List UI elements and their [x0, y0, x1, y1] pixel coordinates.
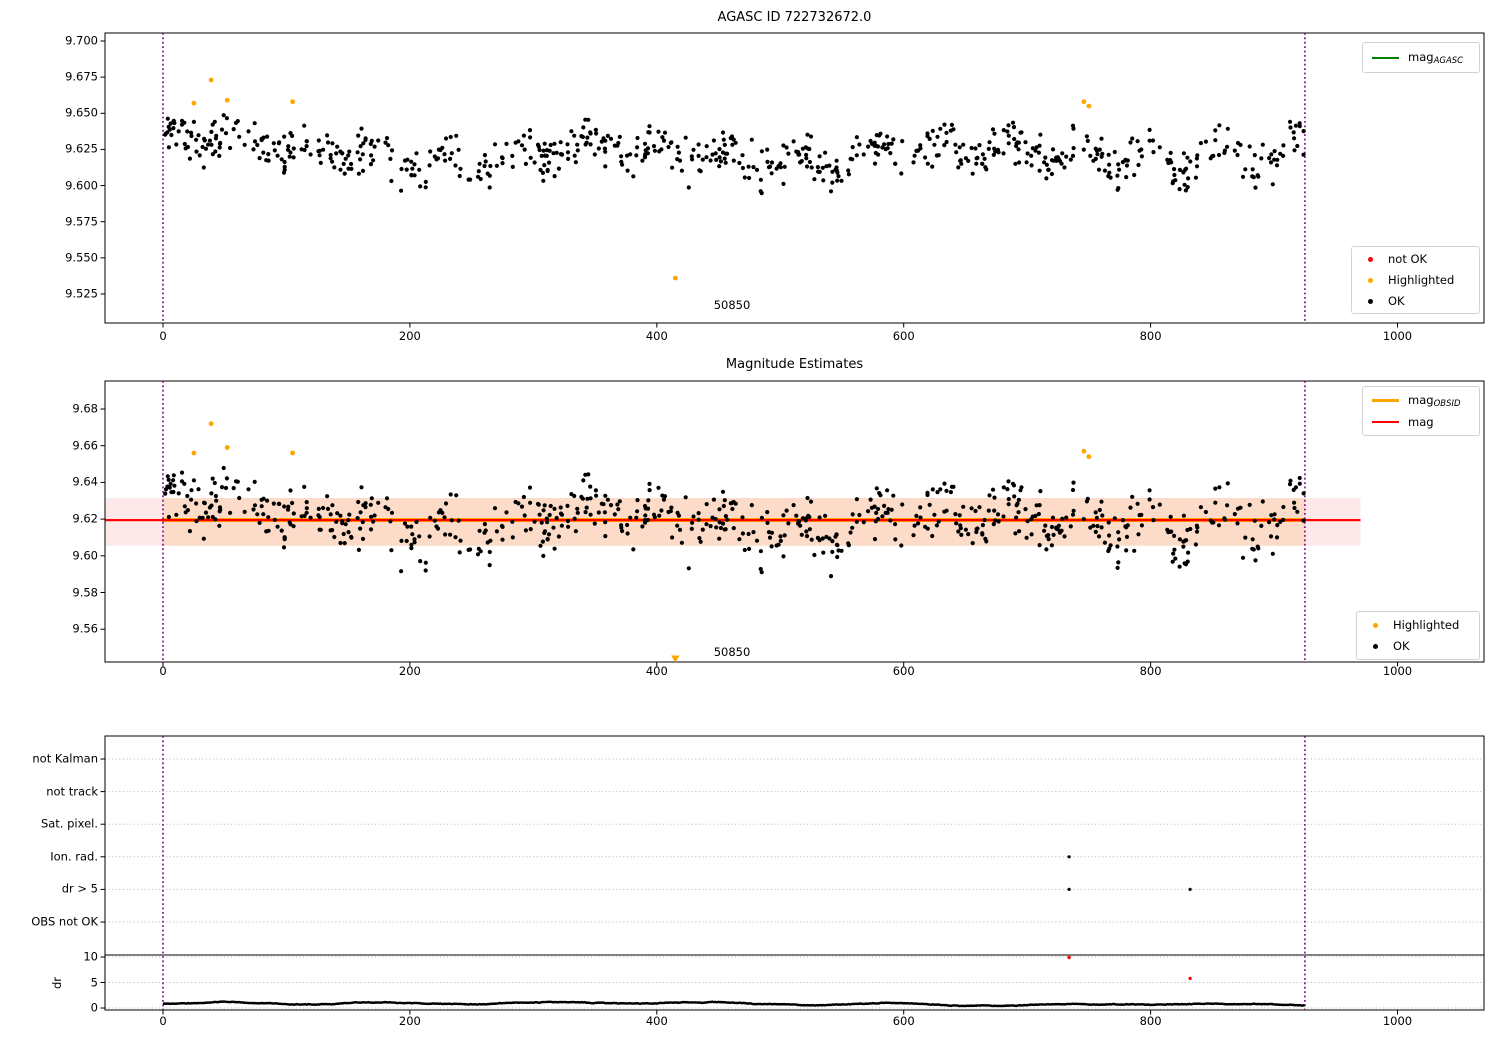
flag-category-label: not Kalman [32, 751, 98, 766]
panel2-y-tick-label: 9.66 [72, 437, 98, 452]
flag-category-label: Sat. pixel. [40, 816, 98, 831]
panel1-y-tick-label: 9.550 [65, 250, 98, 265]
legend-row: magAGASC [1363, 47, 1479, 68]
legend-row: magOBSID [1363, 390, 1479, 411]
panel1-y-tick-label: 9.650 [65, 105, 98, 120]
clipped-point-marker [671, 655, 680, 663]
panel1-y-tick-label: 9.675 [65, 69, 98, 84]
flag-category-label: Ion. rad. [50, 849, 98, 864]
not-ok-dot-icon [1361, 256, 1379, 262]
panel1-y-tick-label: 9.625 [65, 141, 98, 156]
panel2-x-tick-label: 1000 [1382, 664, 1413, 678]
flag-category-label: OBS not OK [31, 914, 98, 929]
panel2-y-tick-label: 9.60 [72, 548, 98, 563]
legend-label: Highlighted [1388, 273, 1455, 287]
legend-mag-obsid: magOBSID mag [1362, 386, 1480, 436]
dr-tick-label: 10 [83, 949, 98, 964]
panel1-y-tick-label: 9.600 [65, 177, 98, 192]
panel1-obsid-annotation: 50850 [713, 298, 751, 312]
dr-tick-label: 5 [90, 974, 98, 989]
panel3-x-tick-label: 800 [1139, 1014, 1162, 1028]
panel2-x-tick-label: 400 [645, 664, 668, 678]
legend-row: Highlighted [1357, 615, 1479, 636]
panel2-y-tick-label: 9.62 [72, 511, 98, 526]
legend-row: Highlighted [1352, 270, 1479, 291]
mag-line [104, 519, 1361, 522]
panel1-x-tick-label: 0 [159, 329, 167, 343]
panel1-y-tick-label: 9.525 [65, 286, 98, 301]
legend-row: not OK [1352, 249, 1479, 270]
highlighted-dot-icon [1366, 622, 1384, 628]
dr-tick-label: 0 [90, 1000, 98, 1015]
axes-frame [104, 32, 1485, 324]
panel1-y-tick-label: 9.575 [65, 213, 98, 228]
flag-category-label: not track [46, 783, 98, 798]
panel3-x-tick-label: 600 [892, 1014, 915, 1028]
legend-row: OK [1357, 636, 1479, 657]
panel2-y-tick-label: 9.56 [72, 621, 98, 636]
panel3-x-tick-label: 200 [398, 1014, 421, 1028]
panel3-x-tick-label: 400 [645, 1014, 668, 1028]
axes-frame [104, 735, 1485, 1011]
orange-line-swatch [1372, 399, 1399, 402]
legend-label: not OK [1388, 252, 1428, 266]
figure-canvas [100, 32, 1485, 1015]
legend-row: mag [1363, 411, 1479, 432]
legend-mag-agasc: magAGASC [1362, 42, 1480, 73]
panel2-x-tick-label: 600 [892, 664, 915, 678]
panel2-x-tick-label: 200 [398, 664, 421, 678]
panel1-title: AGASC ID 722732672.0 [717, 10, 872, 25]
panel1-x-tick-label: 400 [645, 329, 668, 343]
red-line-swatch [1372, 420, 1399, 423]
legend-point-classes: not OK Highlighted OK [1351, 246, 1480, 314]
legend-label: OK [1388, 294, 1405, 308]
green-line-swatch [1372, 56, 1399, 59]
panel2-obsid-annotation: 50850 [713, 645, 751, 659]
panel1-x-tick-label: 1000 [1382, 329, 1413, 343]
ok-dot-icon [1361, 298, 1379, 304]
legend-row: OK [1352, 291, 1479, 312]
panel1-x-tick-label: 600 [892, 329, 915, 343]
legend-label: Highlighted [1393, 618, 1460, 632]
panel1-x-tick-label: 200 [398, 329, 421, 343]
highlighted-dot-icon [1361, 277, 1379, 283]
panel1-x-tick-label: 800 [1139, 329, 1162, 343]
figure: { "colors": { "ok": "#000000", "highligh… [0, 0, 1500, 1050]
legend-label: magAGASC [1408, 49, 1464, 66]
legend-label: OK [1393, 639, 1410, 653]
panel2-y-tick-label: 9.58 [72, 584, 98, 599]
ok-dot-icon [1366, 643, 1384, 649]
flag-category-label: dr > 5 [61, 881, 98, 896]
dr-axis-label: dr [50, 976, 64, 990]
legend-label: mag [1408, 414, 1434, 429]
legend-point-classes-2: Highlighted OK [1356, 611, 1480, 660]
panel2-title: Magnitude Estimates [725, 357, 864, 372]
panel1-y-tick-label: 9.700 [65, 33, 98, 48]
legend-label: magOBSID [1408, 392, 1461, 409]
panel2-y-tick-label: 9.64 [72, 474, 98, 489]
panel2-y-tick-label: 9.68 [72, 401, 98, 416]
panel3-x-tick-label: 1000 [1382, 1014, 1413, 1028]
panel2-x-tick-label: 800 [1139, 664, 1162, 678]
panel2-x-tick-label: 0 [159, 664, 167, 678]
panel3-x-tick-label: 0 [159, 1014, 167, 1028]
